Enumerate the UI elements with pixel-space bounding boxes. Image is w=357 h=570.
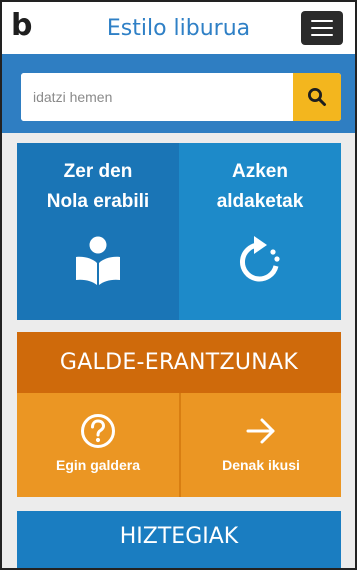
see-all-label: Denak ikusi bbox=[222, 457, 300, 473]
dictionaries-card[interactable]: HIZTEGIAK bbox=[17, 511, 341, 568]
faq-actions: Egin galdera Denak ikusi bbox=[17, 393, 341, 497]
hamburger-icon-bar bbox=[311, 34, 333, 36]
dictionaries-title: HIZTEGIAK bbox=[119, 524, 239, 549]
tile-about-line1: Zer den bbox=[63, 161, 133, 182]
ask-question-button[interactable]: Egin galdera bbox=[17, 393, 179, 497]
guide-card: Zer den Nola erabili Azken aldaketak bbox=[17, 143, 341, 320]
tile-changes[interactable]: Azken aldaketak bbox=[179, 143, 341, 320]
search-button[interactable] bbox=[293, 73, 341, 121]
tile-about-label: Zer den Nola erabili bbox=[47, 157, 149, 217]
ask-question-label: Egin galdera bbox=[55, 457, 141, 473]
logo[interactable]: b bbox=[11, 9, 32, 43]
search-form bbox=[21, 73, 341, 121]
reader-book-icon bbox=[76, 236, 120, 285]
hamburger-icon-bar bbox=[311, 27, 333, 29]
search-input[interactable] bbox=[21, 73, 292, 121]
tile-changes-label: Azken aldaketak bbox=[217, 157, 304, 217]
refresh-icon bbox=[239, 236, 280, 282]
app-header: b Estilo liburua bbox=[2, 2, 355, 54]
tile-about[interactable]: Zer den Nola erabili bbox=[17, 143, 179, 320]
tile-changes-line1: Azken bbox=[232, 161, 288, 182]
search-section bbox=[2, 54, 355, 133]
faq-card: GALDE-ERANTZUNAK Egin galdera Denak ikus… bbox=[17, 332, 341, 497]
hamburger-icon bbox=[311, 20, 333, 22]
faq-title[interactable]: GALDE-ERANTZUNAK bbox=[17, 332, 341, 393]
search-icon bbox=[308, 88, 326, 106]
see-all-button[interactable]: Denak ikusi bbox=[179, 393, 341, 497]
menu-button[interactable] bbox=[301, 11, 343, 45]
tile-about-line2: Nola erabili bbox=[46, 191, 150, 212]
arrow-right-icon bbox=[246, 418, 275, 444]
tile-changes-line2: aldaketak bbox=[216, 191, 304, 212]
question-circle-icon bbox=[81, 414, 115, 448]
